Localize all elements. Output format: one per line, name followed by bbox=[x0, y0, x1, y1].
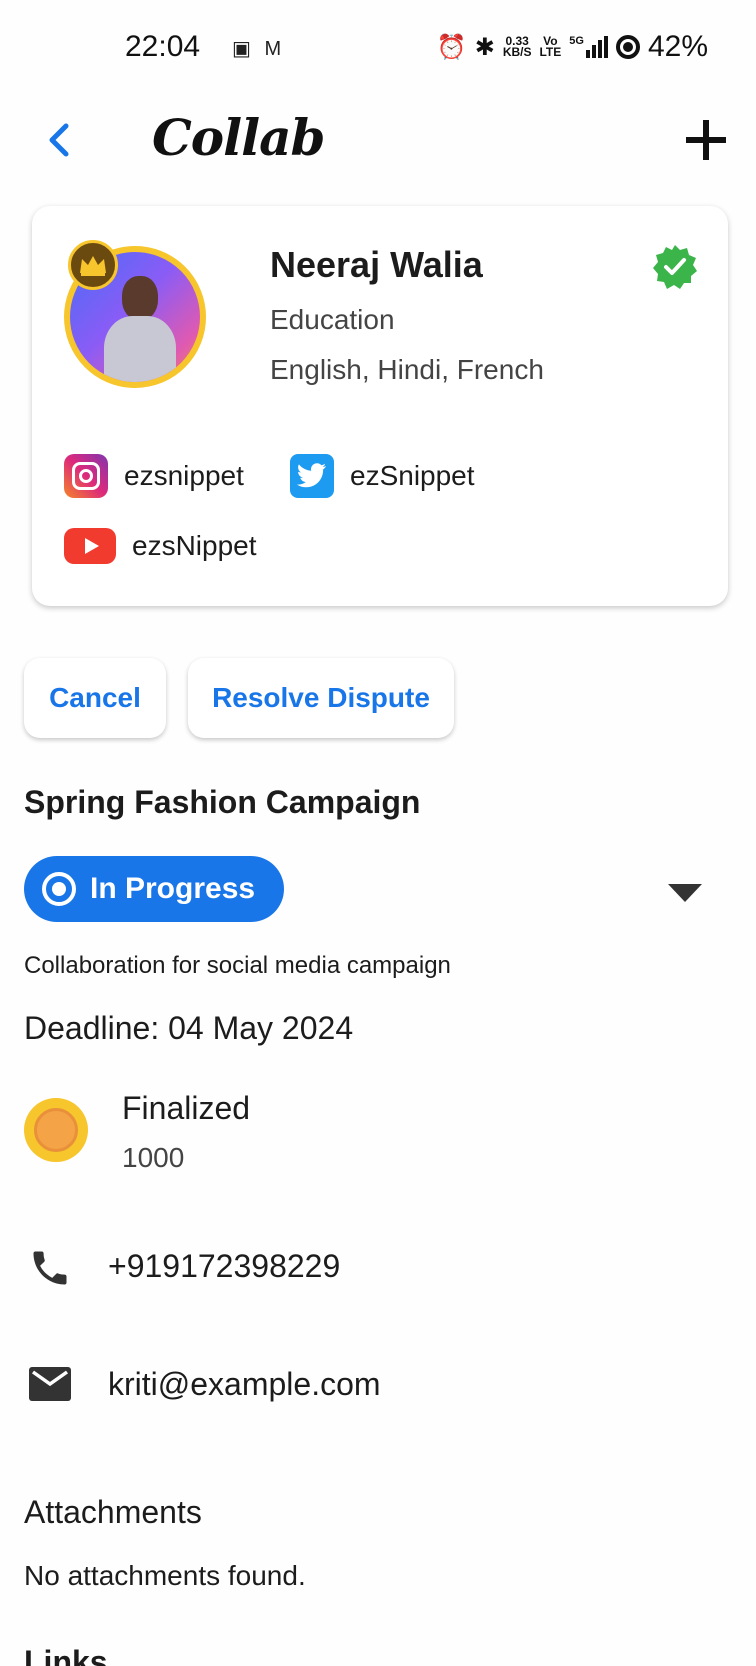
status-bar: 22:04 ▣ M ⏰ ✱ 0.33 KB/S Vo LTE 5G 42% bbox=[0, 0, 756, 100]
mail-icon bbox=[29, 1367, 71, 1401]
net-speed: 0.33 KB/S bbox=[502, 34, 532, 59]
instagram-handle: ezsnippet bbox=[124, 460, 244, 491]
campaign-description: Collaboration for social media campaign bbox=[24, 952, 451, 979]
social-instagram[interactable]: ezsnippet bbox=[64, 454, 244, 498]
phone-number[interactable]: +919172398229 bbox=[108, 1248, 340, 1285]
amount-label: Finalized bbox=[122, 1090, 251, 1126]
signal-icon: 5G bbox=[569, 36, 608, 58]
status-right: ⏰ ✱ 0.33 KB/S Vo LTE 5G 42% bbox=[437, 30, 708, 64]
radio-icon bbox=[42, 872, 76, 906]
verified-badge-icon bbox=[653, 245, 697, 289]
bluetooth-icon: ✱ bbox=[474, 33, 495, 61]
alarm-icon: ⏰ bbox=[436, 33, 467, 61]
notification-icons: ▣ M bbox=[232, 38, 286, 60]
resolve-dispute-button[interactable]: Resolve Dispute bbox=[188, 658, 454, 738]
profile-card[interactable]: Neeraj Walia Education English, Hindi, F… bbox=[32, 206, 728, 606]
phone-icon bbox=[33, 1251, 67, 1285]
youtube-handle: ezsNippet bbox=[132, 530, 257, 561]
campaign-title: Spring Fashion Campaign bbox=[24, 784, 421, 820]
social-twitter[interactable]: ezSnippet bbox=[290, 454, 475, 498]
app-bar: Collab bbox=[0, 100, 756, 180]
amount-value: 1000 bbox=[122, 1142, 185, 1173]
attachments-empty-text: No attachments found. bbox=[24, 1560, 306, 1591]
status-label: In Progress bbox=[90, 872, 256, 905]
coin-icon bbox=[24, 1098, 88, 1162]
chevron-left-icon bbox=[49, 123, 69, 157]
status-time: 22:04 bbox=[125, 30, 201, 63]
links-heading: Links bbox=[24, 1644, 108, 1666]
add-button[interactable] bbox=[682, 116, 730, 164]
dropdown-arrow-icon[interactable] bbox=[668, 884, 702, 902]
attachments-heading: Attachments bbox=[24, 1494, 202, 1530]
back-button[interactable] bbox=[40, 118, 80, 162]
twitter-handle: ezSnippet bbox=[350, 460, 475, 491]
campaign-deadline: Deadline: 04 May 2024 bbox=[24, 1010, 354, 1046]
instagram-icon bbox=[64, 454, 108, 498]
avatar-container[interactable] bbox=[64, 240, 206, 388]
crown-icon bbox=[68, 240, 118, 290]
social-youtube[interactable]: ezsNippet bbox=[64, 528, 257, 564]
twitter-icon bbox=[290, 454, 334, 498]
app-logo: Collab bbox=[152, 108, 325, 167]
cancel-button[interactable]: Cancel bbox=[24, 658, 166, 738]
profile-category: Education bbox=[270, 304, 395, 335]
battery-saver-icon bbox=[615, 35, 640, 59]
profile-name: Neeraj Walia bbox=[270, 244, 483, 285]
email-address[interactable]: kriti@example.com bbox=[108, 1366, 381, 1403]
volte-indicator: Vo LTE bbox=[539, 34, 562, 59]
profile-languages: English, Hindi, French bbox=[270, 354, 544, 385]
youtube-icon bbox=[64, 528, 116, 564]
battery-level: 42% bbox=[647, 30, 708, 63]
status-dropdown[interactable]: In Progress bbox=[24, 856, 284, 922]
